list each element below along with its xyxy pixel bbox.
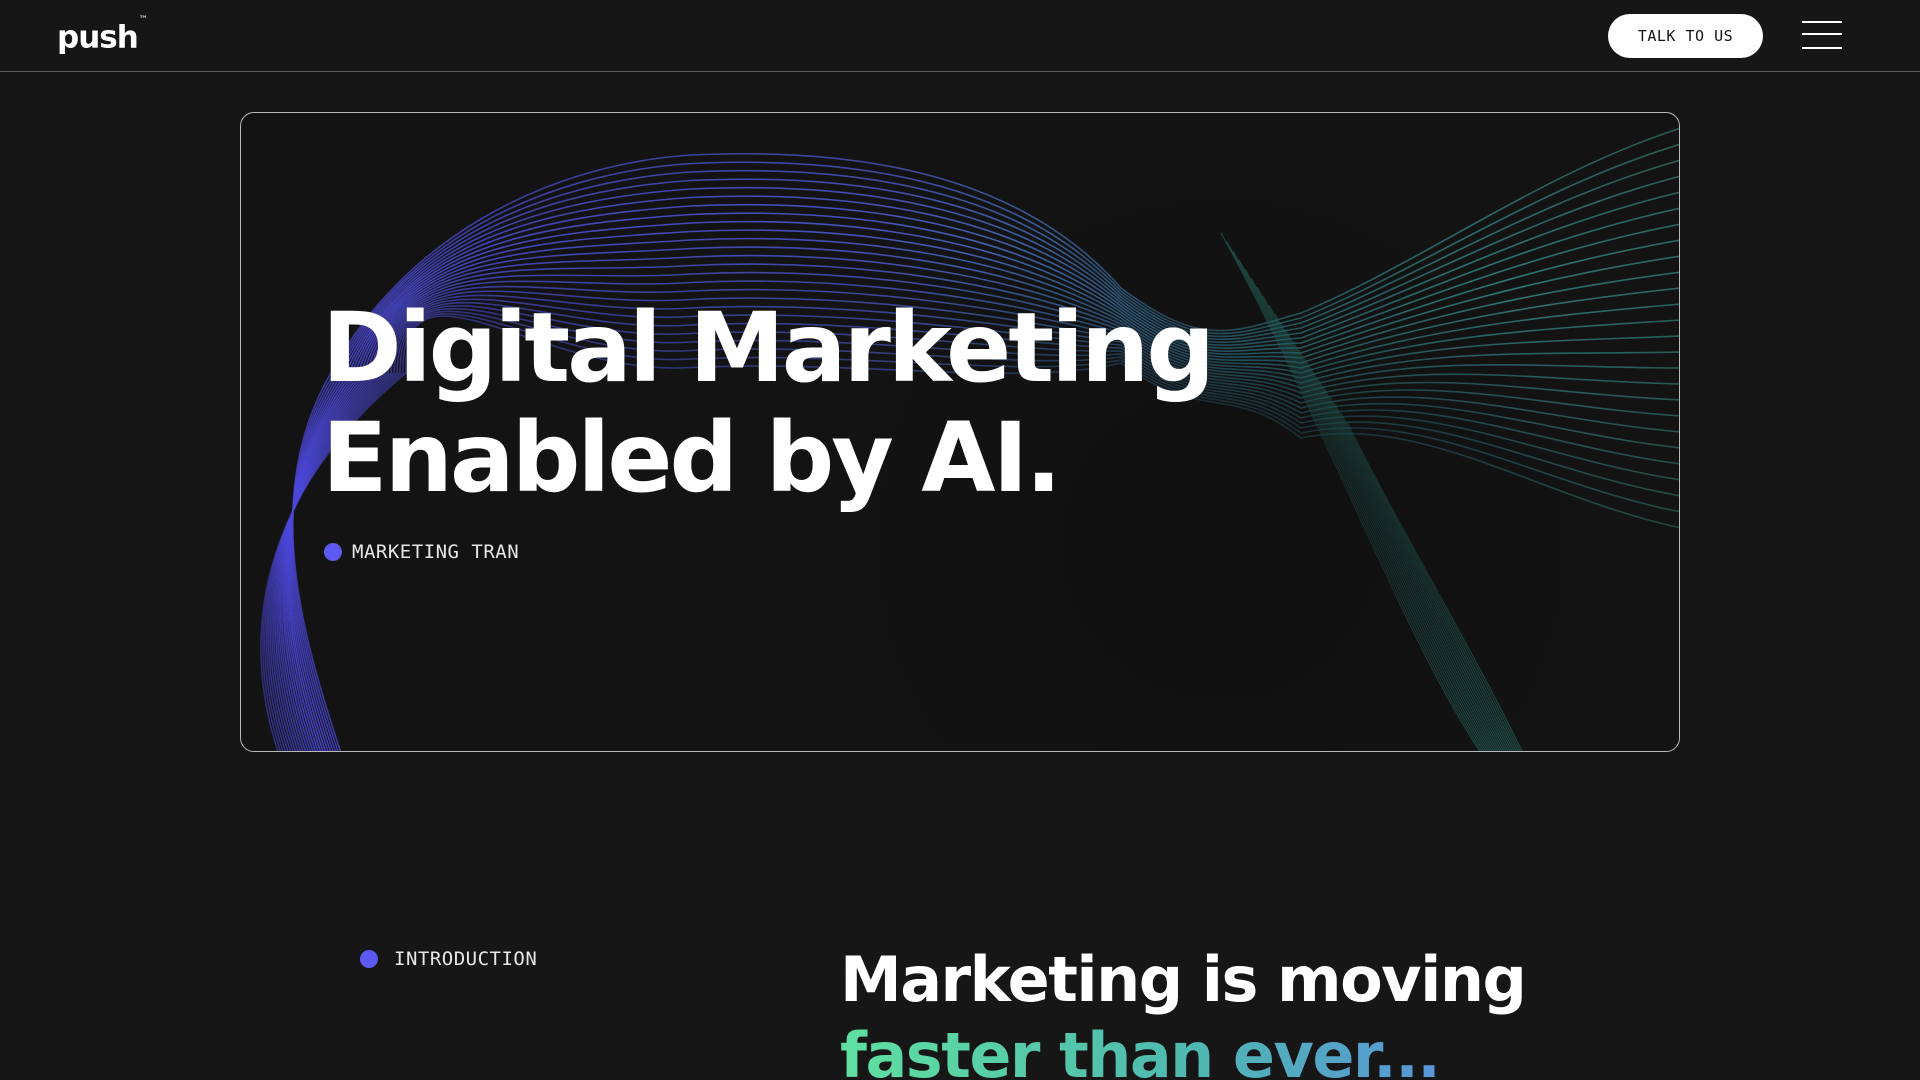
hero-tag-label: MARKETING TRAN bbox=[352, 541, 520, 563]
hero-card: Digital Marketing Enabled by AI. MARKETI… bbox=[240, 112, 1680, 752]
bullet-dot-icon bbox=[360, 950, 378, 968]
logo-trademark: ™ bbox=[138, 15, 148, 25]
menu-line bbox=[1802, 21, 1842, 23]
top-navigation-bar: push™ TALK TO US bbox=[0, 0, 1920, 72]
hero-heading-line1: Digital Marketing bbox=[322, 292, 1215, 404]
push-logo[interactable]: push™ bbox=[57, 14, 148, 57]
logo-text: push bbox=[57, 19, 139, 56]
intro-heading-line2: faster than ever... bbox=[840, 1018, 1840, 1080]
hero-tag: MARKETING TRAN bbox=[324, 541, 519, 563]
intro-heading-line1: Marketing is moving bbox=[840, 943, 1527, 1016]
hero-heading: Digital Marketing Enabled by AI. bbox=[322, 293, 1222, 513]
talk-to-us-button[interactable]: TALK TO US bbox=[1608, 14, 1763, 58]
hamburger-menu-icon[interactable] bbox=[1802, 20, 1844, 50]
menu-line bbox=[1802, 33, 1842, 35]
hero-heading-line2: Enabled by AI. bbox=[322, 402, 1062, 514]
intro-heading: Marketing is moving faster than ever... bbox=[840, 942, 1840, 1080]
menu-line bbox=[1802, 47, 1842, 49]
bullet-dot-icon bbox=[324, 543, 342, 561]
introduction-tag: INTRODUCTION bbox=[360, 948, 537, 970]
introduction-label: INTRODUCTION bbox=[394, 948, 538, 970]
